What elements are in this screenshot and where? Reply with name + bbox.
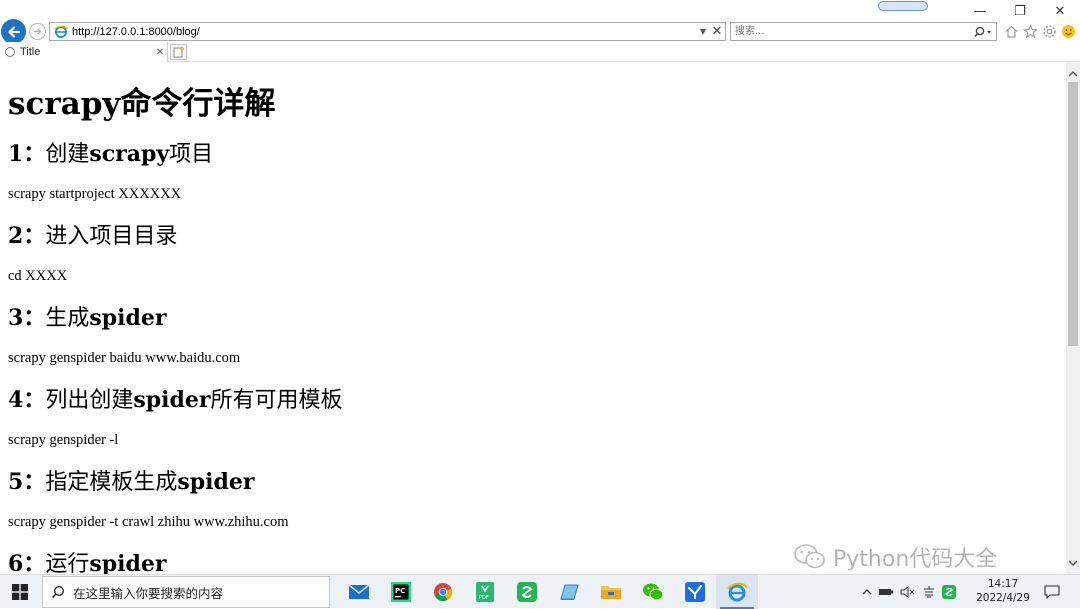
mail-icon[interactable] [338, 575, 380, 609]
section-heading: 6：运行spider [8, 551, 167, 574]
section-1: 1：创建scrapy项目 scrapy startproject XXXXXX [8, 136, 213, 203]
section-command: scrapy startproject XXXXXX [8, 186, 182, 202]
window-drag-pill [878, 1, 928, 11]
close-button[interactable]: ✕ [1040, 0, 1080, 22]
scroll-up-icon[interactable] [1066, 66, 1080, 80]
wechat-watermark-icon [794, 544, 825, 569]
section-5: 5：指定模板生成spider scrapy genspider -t crawl… [8, 464, 289, 531]
file-explorer-icon[interactable] [590, 575, 632, 609]
forward-button[interactable] [29, 23, 46, 40]
address-bar[interactable]: http://127.0.0.1:8000/blog/ ▼ ✕ [49, 22, 726, 41]
chevron-down-icon[interactable]: ▼ [697, 27, 709, 36]
section-command: scrapy genspider baidu www.baidu.com [8, 350, 241, 366]
section-heading: 5：指定模板生成spider [8, 469, 255, 495]
new-tab-button[interactable] [170, 44, 187, 60]
chevron-up-icon[interactable] [862, 588, 872, 596]
back-button[interactable] [1, 19, 26, 44]
section-3: 3：生成spider scrapy genspider baidu www.ba… [8, 300, 240, 367]
taskbar-search-placeholder: 在这里输入你要搜索的内容 [73, 585, 224, 601]
feedback-smiley-icon[interactable] [1060, 23, 1077, 40]
tab-close-icon[interactable]: ✕ [153, 47, 167, 58]
watermark: Python代码大全 [793, 542, 997, 572]
section-4: 4：列出创建spider所有可用模板 scrapy genspider -l [8, 382, 342, 449]
search-box[interactable] [730, 22, 997, 41]
notification-icon[interactable] [1040, 575, 1064, 609]
arrow-right-icon [34, 28, 42, 35]
search-icon[interactable] [970, 26, 996, 38]
search-icon [43, 585, 73, 599]
taskbar-search[interactable]: 在这里输入你要搜索的内容 [42, 576, 330, 608]
battery-icon[interactable] [878, 587, 894, 597]
section-6: 6：运行spider [8, 546, 166, 574]
windows-logo-icon [12, 584, 28, 600]
section-command: scrapy genspider -l [8, 432, 119, 448]
stop-icon[interactable]: ✕ [709, 24, 725, 39]
feishu-icon[interactable] [674, 575, 716, 609]
arrow-left-icon [7, 25, 20, 38]
system-tray [862, 575, 956, 609]
pycharm-icon[interactable]: PC [380, 575, 422, 609]
wps-tray-icon[interactable] [942, 585, 956, 599]
wps-icon[interactable] [506, 575, 548, 609]
start-button[interactable] [0, 575, 40, 609]
vertical-scrollbar[interactable] [1066, 62, 1080, 574]
clock-time: 14:17 [987, 578, 1019, 590]
internet-explorer-icon[interactable] [716, 575, 758, 609]
loading-circle-icon [5, 47, 15, 57]
input-method-icon[interactable] [922, 585, 936, 599]
page-title: scrapy命令行详解 [8, 86, 276, 122]
section-heading: 2：进入项目目录 [8, 223, 178, 249]
wechat-icon[interactable] [632, 575, 674, 609]
favorites-star-icon[interactable] [1022, 23, 1039, 40]
taskbar-clock[interactable]: 14:17 2022/4/29 [968, 577, 1038, 607]
section-heading: 1：创建scrapy项目 [8, 141, 214, 167]
tab-title[interactable]: Title ✕ [0, 42, 168, 62]
svg-text:PDF: PDF [479, 595, 489, 601]
scroll-down-icon[interactable] [1066, 556, 1080, 570]
section-command: scrapy genspider -t crawl zhihu www.zhih… [8, 514, 289, 530]
page-viewport: scrapy命令行详解 1：创建scrapy项目 scrapy startpro… [0, 62, 1066, 574]
pdf-icon[interactable]: PDF [464, 575, 506, 609]
taskbar-apps: PC PDF [338, 575, 758, 609]
restore-button[interactable]: ❐ [1000, 0, 1040, 22]
window-controls: — ❐ ✕ [960, 0, 1080, 22]
section-command: cd XXXX [8, 268, 68, 284]
section-heading: 3：生成spider [8, 305, 167, 331]
minimize-button[interactable]: — [960, 0, 1000, 22]
volume-muted-icon[interactable] [900, 586, 916, 598]
svg-text:PC: PC [395, 587, 405, 595]
section-2: 2：进入项目目录 cd XXXX [8, 218, 177, 285]
scrollbar-thumb[interactable] [1068, 82, 1078, 346]
clock-date: 2022/4/29 [976, 592, 1030, 604]
ie-page-icon [54, 25, 68, 38]
new-tab-icon [173, 46, 184, 58]
browser-chrome: — ❐ ✕ http://127.0.0.1:8000/blog/ ▼ ✕ Ti… [0, 0, 1080, 62]
browser-toolbar-icons [1003, 22, 1077, 41]
settings-gear-icon[interactable] [1041, 23, 1058, 40]
watermark-text: Python代码大全 [833, 547, 998, 572]
home-icon[interactable] [1003, 23, 1020, 40]
windows-taskbar: 在这里输入你要搜索的内容 PC PDF 14:17 2022/4/29 [0, 574, 1080, 609]
search-input[interactable] [731, 23, 970, 40]
chrome-icon[interactable] [422, 575, 464, 609]
tab-label: Title [20, 46, 41, 58]
notepad-icon[interactable] [548, 575, 590, 609]
section-heading: 4：列出创建spider所有可用模板 [8, 387, 343, 413]
address-url[interactable]: http://127.0.0.1:8000/blog/ [72, 26, 697, 38]
tab-bar: Title ✕ [0, 42, 1080, 62]
